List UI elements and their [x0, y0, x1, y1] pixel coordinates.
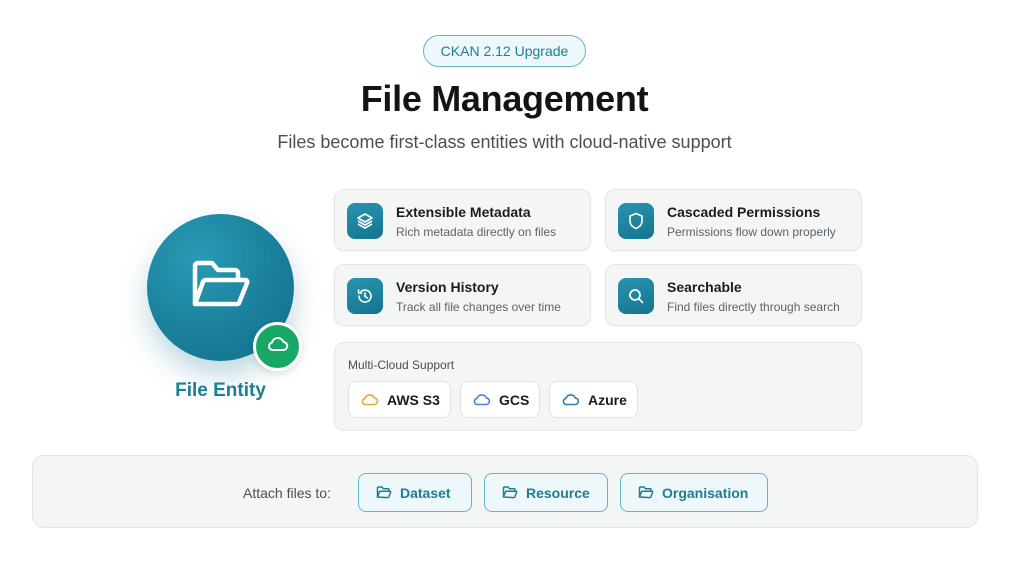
feature-title: Cascaded Permissions	[667, 204, 821, 220]
feature-title: Version History	[396, 279, 499, 295]
page-subtitle: Files become first-class entities with c…	[277, 132, 732, 152]
attach-resource-button[interactable]: Resource	[484, 473, 608, 512]
file-entity-label: File Entity	[175, 380, 266, 401]
folder-open-icon	[190, 258, 252, 317]
layers-icon	[347, 203, 383, 239]
feature-desc: Rich metadata directly on files	[396, 225, 557, 239]
provider-chip-aws[interactable]: AWS S3	[348, 381, 451, 418]
feature-card-metadata: Extensible Metadata Rich metadata direct…	[334, 189, 591, 251]
cloud-icon	[267, 336, 289, 357]
multi-cloud-panel: Multi-Cloud Support AWS S3 GCS Azure	[334, 342, 862, 431]
attach-label: Attach files to:	[243, 485, 331, 501]
version-badge: CKAN 2.12 Upgrade	[423, 35, 586, 67]
attach-target-label: Dataset	[400, 484, 451, 501]
provider-label: GCS	[499, 391, 530, 408]
provider-chip-azure[interactable]: Azure	[549, 381, 638, 418]
cloud-badge	[253, 322, 302, 371]
search-icon	[618, 278, 654, 314]
folder-icon	[502, 486, 518, 499]
attach-organisation-button[interactable]: Organisation	[620, 473, 768, 512]
shield-icon	[618, 203, 654, 239]
provider-label: AWS S3	[387, 391, 440, 408]
provider-label: Azure	[588, 391, 627, 408]
attach-target-label: Organisation	[662, 484, 749, 501]
page-title: File Management	[360, 78, 649, 119]
cloud-icon	[562, 394, 580, 406]
folder-icon	[376, 486, 392, 499]
cloud-icon	[473, 394, 491, 406]
feature-card-permissions: Cascaded Permissions Permissions flow do…	[605, 189, 862, 251]
folder-icon	[638, 486, 654, 499]
cloud-icon	[361, 394, 379, 406]
feature-desc: Find files directly through search	[667, 300, 840, 314]
attach-dataset-button[interactable]: Dataset	[358, 473, 472, 512]
attach-target-label: Resource	[526, 484, 590, 501]
provider-chip-gcs[interactable]: GCS	[460, 381, 540, 418]
multi-cloud-title: Multi-Cloud Support	[348, 358, 455, 372]
attach-bar: Attach files to: Dataset Resource Organi…	[32, 455, 978, 528]
feature-title: Searchable	[667, 279, 742, 295]
feature-card-searchable: Searchable Find files directly through s…	[605, 264, 862, 326]
history-icon	[347, 278, 383, 314]
feature-desc: Permissions flow down properly	[667, 225, 836, 239]
feature-card-history: Version History Track all file changes o…	[334, 264, 591, 326]
feature-title: Extensible Metadata	[396, 204, 531, 220]
feature-desc: Track all file changes over time	[396, 300, 561, 314]
